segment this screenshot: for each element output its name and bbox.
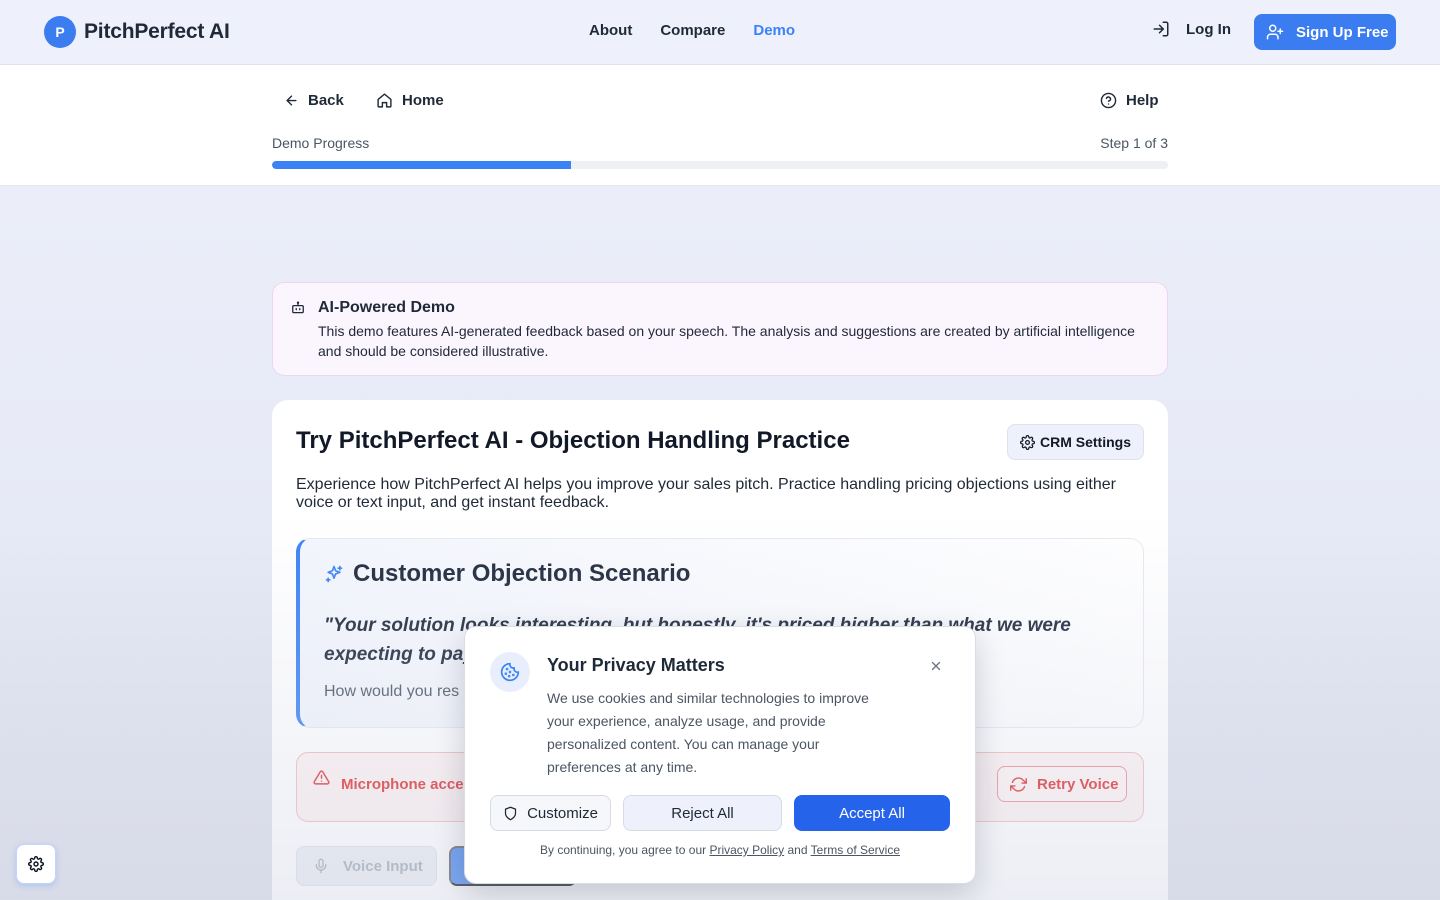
cookie-icon <box>500 662 520 682</box>
back-button[interactable]: Back <box>284 89 344 111</box>
ai-notice-body: This demo features AI-generated feedback… <box>318 323 1135 359</box>
nav-about-link[interactable]: About <box>589 22 632 39</box>
home-icon <box>376 92 393 109</box>
brand-mark: P <box>44 16 76 48</box>
cookie-icon-badge <box>490 652 530 692</box>
footer-prefix: By continuing, you agree to our <box>540 843 707 857</box>
signup-button[interactable]: Sign Up Free <box>1254 14 1396 50</box>
user-plus-icon <box>1266 23 1284 41</box>
terms-of-service-link[interactable]: Terms of Service <box>811 843 900 857</box>
accept-all-button[interactable]: Accept All <box>794 795 950 831</box>
brand-logo-link[interactable]: P PitchPerfect AI <box>44 16 230 48</box>
login-button[interactable]: Log In <box>1152 20 1231 38</box>
home-label: Home <box>402 91 444 109</box>
arrow-left-icon <box>284 93 299 108</box>
login-icon <box>1152 20 1170 38</box>
gear-icon <box>1020 434 1035 450</box>
mic-icon <box>313 858 329 874</box>
progress-label: Demo Progress <box>272 135 370 151</box>
bot-icon <box>291 301 305 315</box>
login-label: Log In <box>1186 20 1231 38</box>
nav-compare-link[interactable]: Compare <box>660 22 725 39</box>
brand-name: PitchPerfect AI <box>84 20 230 43</box>
cookie-settings-button[interactable] <box>16 844 56 884</box>
privacy-dialog-title: Your Privacy Matters <box>547 655 725 675</box>
progress-bar <box>272 161 1168 169</box>
signup-label: Sign Up Free <box>1296 23 1389 41</box>
customize-cookies-button[interactable]: Customize <box>490 795 611 831</box>
main-nav: About Compare Demo <box>589 22 795 39</box>
help-circle-icon <box>1100 92 1117 109</box>
back-label: Back <box>308 91 344 109</box>
footer-and: and <box>787 843 808 857</box>
card-title: Try PitchPerfect AI - Objection Handling… <box>296 427 850 454</box>
sparkles-icon <box>324 564 344 584</box>
ai-notice-title: AI-Powered Demo <box>318 299 455 316</box>
alert-triangle-icon <box>313 769 330 786</box>
nav-demo-link[interactable]: Demo <box>753 22 795 39</box>
microphone-alert-text: Microphone acces <box>341 776 472 793</box>
crm-settings-button[interactable]: CRM Settings <box>1007 424 1144 460</box>
crm-settings-label: CRM Settings <box>1040 434 1131 450</box>
home-button[interactable]: Home <box>376 89 444 111</box>
help-label: Help <box>1126 91 1159 109</box>
card-description: Experience how PitchPerfect AI helps you… <box>296 476 1116 511</box>
top-navbar: P PitchPerfect AI About Compare Demo Log… <box>0 0 1440 65</box>
scenario-title: Customer Objection Scenario <box>353 560 691 587</box>
voice-input-label: Voice Input <box>343 857 423 875</box>
close-icon[interactable] <box>929 659 943 673</box>
customize-label: Customize <box>527 804 598 822</box>
retry-voice-label: Retry Voice <box>1037 775 1119 793</box>
help-button[interactable]: Help <box>1100 89 1159 111</box>
privacy-dialog-footer: By continuing, you agree to our Privacy … <box>465 843 975 857</box>
privacy-dialog-body: We use cookies and similar technologies … <box>547 690 869 775</box>
gear-icon <box>28 856 44 872</box>
retry-voice-button[interactable]: Retry Voice <box>997 766 1127 802</box>
voice-input-button[interactable]: Voice Input <box>296 846 437 886</box>
scenario-prompt: How would you res <box>324 683 460 700</box>
shield-icon <box>503 806 518 821</box>
reject-all-button[interactable]: Reject All <box>623 795 782 831</box>
privacy-consent-dialog: Your Privacy Matters We use cookies and … <box>464 626 976 884</box>
privacy-policy-link[interactable]: Privacy Policy <box>709 843 784 857</box>
progress-bar-fill <box>272 161 571 169</box>
refresh-icon <box>1010 776 1027 793</box>
ai-demo-notice: AI-Powered Demo This demo features AI-ge… <box>272 282 1168 376</box>
progress-step: Step 1 of 3 <box>1100 135 1168 151</box>
demo-subheader: Back Home Help Demo Progress Step 1 of 3 <box>0 65 1440 186</box>
